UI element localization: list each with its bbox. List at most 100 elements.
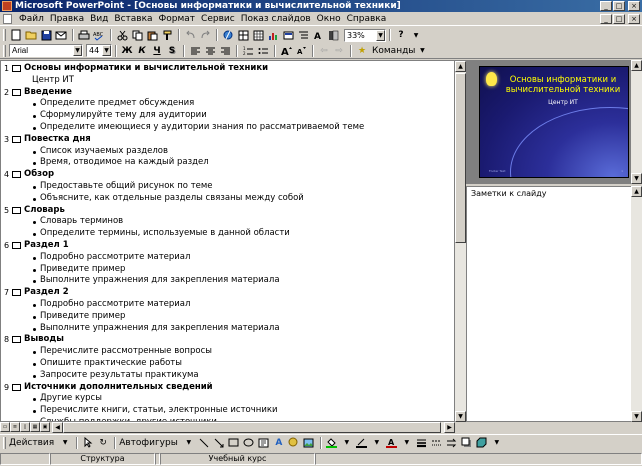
tables-borders-icon[interactable] <box>236 29 250 42</box>
outline-bullet-row[interactable]: Перечислите книги, статьи, электронные и… <box>1 405 454 417</box>
minimize-button[interactable]: _ <box>600 1 612 11</box>
slide-title-text[interactable]: Обзор <box>24 169 54 181</box>
toolbar-options-icon[interactable]: ▼ <box>490 436 504 449</box>
bullet-text[interactable]: Выполните упражнения для закрепления мат… <box>40 323 280 335</box>
outline-bullet-row[interactable]: Предоставьте общий рисунок по теме <box>1 181 454 193</box>
outline-subtitle-row[interactable]: Центр ИТ <box>1 75 454 87</box>
underline-button[interactable]: Ч <box>150 44 164 57</box>
scroll-thumb[interactable] <box>455 73 466 243</box>
dash-style-icon[interactable] <box>430 436 444 449</box>
powerpoint-app-icon[interactable] <box>2 1 12 11</box>
slide-title-text[interactable]: Раздел 2 <box>24 287 69 299</box>
outline-bullet-row[interactable]: Выполните упражнения для закрепления мат… <box>1 323 454 335</box>
bullet-text[interactable]: Время, отводимое на каждый раздел <box>40 157 209 169</box>
zoom-select[interactable]: 33% ▼ <box>344 28 386 42</box>
bullet-text[interactable]: Запросите результаты практикума <box>40 370 199 382</box>
outline-bullet-row[interactable]: Определите термины, используемые в данно… <box>1 228 454 240</box>
copy-icon[interactable] <box>130 29 144 42</box>
outline-slide-title-row[interactable]: 3 Повестка дня <box>1 134 454 146</box>
rectangle-icon[interactable] <box>227 436 241 449</box>
outline-bullet-row[interactable]: Запросите результаты практикума <box>1 370 454 382</box>
insert-chart-icon[interactable] <box>266 29 280 42</box>
open-folder-icon[interactable] <box>24 29 38 42</box>
scroll-up-arrow-icon[interactable]: ▲ <box>455 61 466 72</box>
shadow-button[interactable]: S <box>165 44 179 57</box>
slide-icon[interactable] <box>12 241 21 249</box>
bullet-text[interactable]: Приведите пример <box>40 311 125 323</box>
outline-bullet-row[interactable]: Перечислите рассмотренные вопросы <box>1 346 454 358</box>
text-box-icon[interactable] <box>257 436 271 449</box>
undo-icon[interactable] <box>183 29 197 42</box>
select-pointer-icon[interactable] <box>81 436 95 449</box>
outline-bullet-row[interactable]: Время, отводимое на каждый раздел <box>1 157 454 169</box>
align-right-icon[interactable] <box>218 44 232 57</box>
font-color-icon[interactable]: A <box>385 436 399 449</box>
scroll-down-arrow-icon[interactable]: ▼ <box>631 173 642 184</box>
insert-picture-icon[interactable] <box>302 436 316 449</box>
expand-all-icon[interactable] <box>296 29 310 42</box>
chevron-down-icon[interactable]: ▼ <box>376 29 385 41</box>
outline-bullet-row[interactable]: Выполните упражнения для закрепления мат… <box>1 275 454 287</box>
bullet-text[interactable]: Другие курсы <box>40 393 102 405</box>
commands-menu[interactable]: Команды <box>372 46 415 56</box>
scroll-left-arrow-icon[interactable]: ◀ <box>52 422 63 433</box>
outline-bullet-row[interactable]: Другие курсы <box>1 393 454 405</box>
italic-button[interactable]: К <box>135 44 149 57</box>
doc-close-button[interactable]: × <box>628 14 640 24</box>
3d-icon[interactable] <box>475 436 489 449</box>
font-size-select[interactable]: 44 ▼ <box>86 44 112 57</box>
outline-slide-title-row[interactable]: 9 Источники дополнительных сведений <box>1 382 454 394</box>
close-button[interactable]: × <box>628 1 640 11</box>
slide-icon[interactable] <box>12 65 21 72</box>
preview-scrollbar[interactable]: ▲ ▼ <box>631 60 642 184</box>
toolbar-options-icon[interactable]: ▼ <box>409 29 423 42</box>
line-style-icon[interactable] <box>415 436 429 449</box>
help-icon[interactable]: ? <box>394 29 408 42</box>
slide-icon[interactable] <box>12 206 21 214</box>
outline-bullet-row[interactable]: Объясните, как отдельные разделы связаны… <box>1 193 454 205</box>
font-select[interactable]: Arial ▼ <box>9 44 83 57</box>
bullet-text[interactable]: Сформулируйте тему для аудитории <box>40 110 207 122</box>
hyperlink-icon[interactable] <box>221 29 235 42</box>
slide-icon[interactable] <box>12 135 21 143</box>
menu-item-6[interactable]: Показ слайдов <box>238 14 314 24</box>
outline-slide-title-row[interactable]: 1 Основы информатики и вычислительной тех… <box>1 63 454 75</box>
slide-title-text[interactable]: Выводы <box>24 334 64 346</box>
chevron-down-icon[interactable]: ▼ <box>400 436 414 449</box>
outline-bullet-row[interactable]: Сформулируйте тему для аудитории <box>1 110 454 122</box>
grayscale-icon[interactable] <box>326 29 340 42</box>
align-left-icon[interactable] <box>188 44 202 57</box>
slide-icon[interactable] <box>12 171 21 179</box>
slide-title-text[interactable]: Введение <box>24 87 72 99</box>
outline-vertical-scrollbar[interactable]: ▲ ▼ <box>455 60 466 422</box>
notes-scrollbar[interactable]: ▲ ▼ <box>631 186 642 422</box>
new-document-icon[interactable] <box>9 29 23 42</box>
outline-slide-title-row[interactable]: 6 Раздел 1 <box>1 240 454 252</box>
chevron-down-icon[interactable]: ▼ <box>415 44 429 57</box>
bullets-icon[interactable] <box>256 44 270 57</box>
bullet-text[interactable]: Предоставьте общий рисунок по теме <box>40 181 213 193</box>
outline-slide-title-row[interactable]: 8 Выводы <box>1 334 454 346</box>
notes-pane[interactable]: Заметки к слайду <box>466 186 642 422</box>
save-icon[interactable] <box>39 29 53 42</box>
outline-pane[interactable]: 1 Основы информатики и вычислительной тех… <box>0 60 455 422</box>
decrease-font-icon[interactable]: A <box>294 44 308 57</box>
outline-bullet-row[interactable]: Опишите практические работы <box>1 358 454 370</box>
menu-item-8[interactable]: Справка <box>344 14 390 24</box>
promote-icon[interactable]: ⇦ <box>317 44 331 57</box>
outline-bullet-row[interactable]: Словарь терминов <box>1 216 454 228</box>
increase-font-icon[interactable]: A <box>279 44 293 57</box>
format-painter-icon[interactable] <box>160 29 174 42</box>
outline-bullet-row[interactable]: Определите предмет обсуждения <box>1 98 454 110</box>
outline-slide-title-row[interactable]: 7 Раздел 2 <box>1 287 454 299</box>
chevron-down-icon[interactable]: ▼ <box>370 436 384 449</box>
align-center-icon[interactable] <box>203 44 217 57</box>
scroll-up-arrow-icon[interactable]: ▲ <box>631 60 642 71</box>
shadow-icon[interactable] <box>460 436 474 449</box>
slide-title-text[interactable]: Источники дополнительных сведений <box>24 382 213 394</box>
outline-bullet-row[interactable]: Список изучаемых разделов <box>1 146 454 158</box>
outline-bullet-row[interactable]: Подробно рассмотрите материал <box>1 252 454 264</box>
bullet-text[interactable]: Подробно рассмотрите материал <box>40 299 190 311</box>
line-icon[interactable] <box>197 436 211 449</box>
show-formatting-icon[interactable]: A <box>311 29 325 42</box>
